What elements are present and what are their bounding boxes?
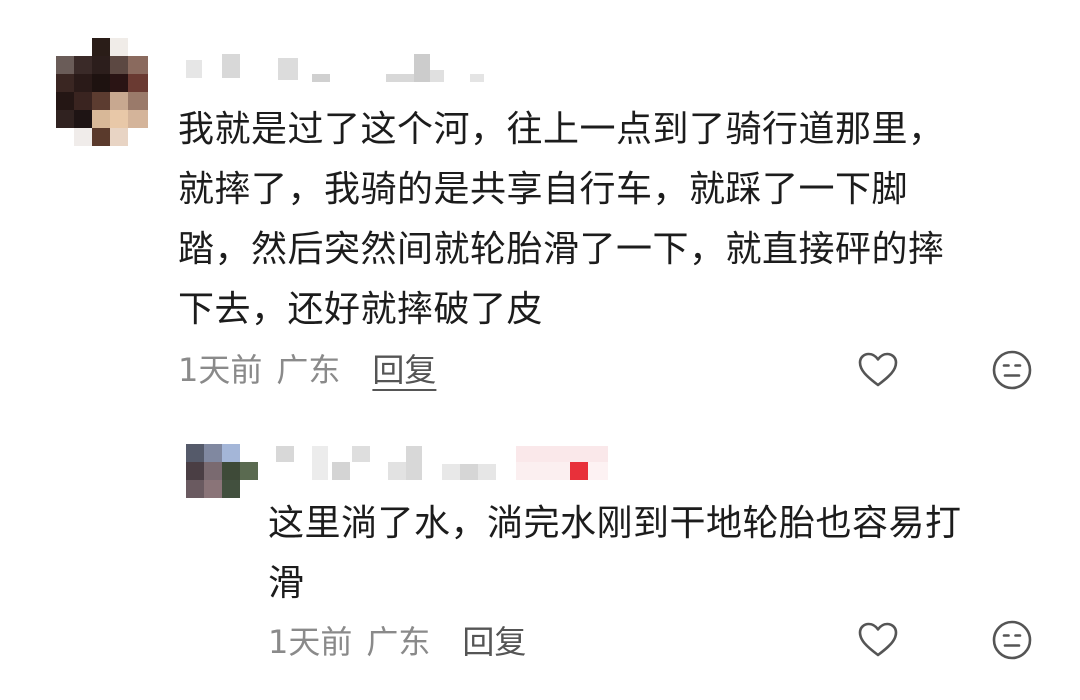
comment-location: 广东 — [276, 351, 341, 389]
username[interactable] — [186, 52, 506, 86]
heart-outline-icon[interactable] — [856, 618, 900, 662]
comment-text: 这里淌了水，淌完水刚到干地轮胎也容易打 滑 — [268, 503, 962, 604]
comment-location: 广东 — [366, 623, 431, 661]
neutral-face-icon[interactable] — [990, 348, 1034, 392]
neutral-face-icon[interactable] — [990, 618, 1034, 662]
avatar[interactable] — [56, 38, 148, 146]
comment-text: 我就是过了这个河，往上一点到了骑行道那里， 就摔了，我骑的是共享自行车，就踩了一… — [178, 109, 945, 330]
comment-time: 1天前 — [178, 351, 263, 389]
comment-meta: 1天前 广东 回复 — [268, 618, 526, 662]
reply-button[interactable]: 回复 — [372, 345, 436, 391]
comment-meta: 1天前 广东 回复 — [178, 346, 436, 390]
avatar[interactable] — [186, 444, 258, 498]
reply-button[interactable]: 回复 — [462, 617, 526, 663]
heart-outline-icon[interactable] — [856, 348, 900, 392]
comment-time: 1天前 — [268, 623, 353, 661]
username[interactable] — [276, 444, 616, 484]
